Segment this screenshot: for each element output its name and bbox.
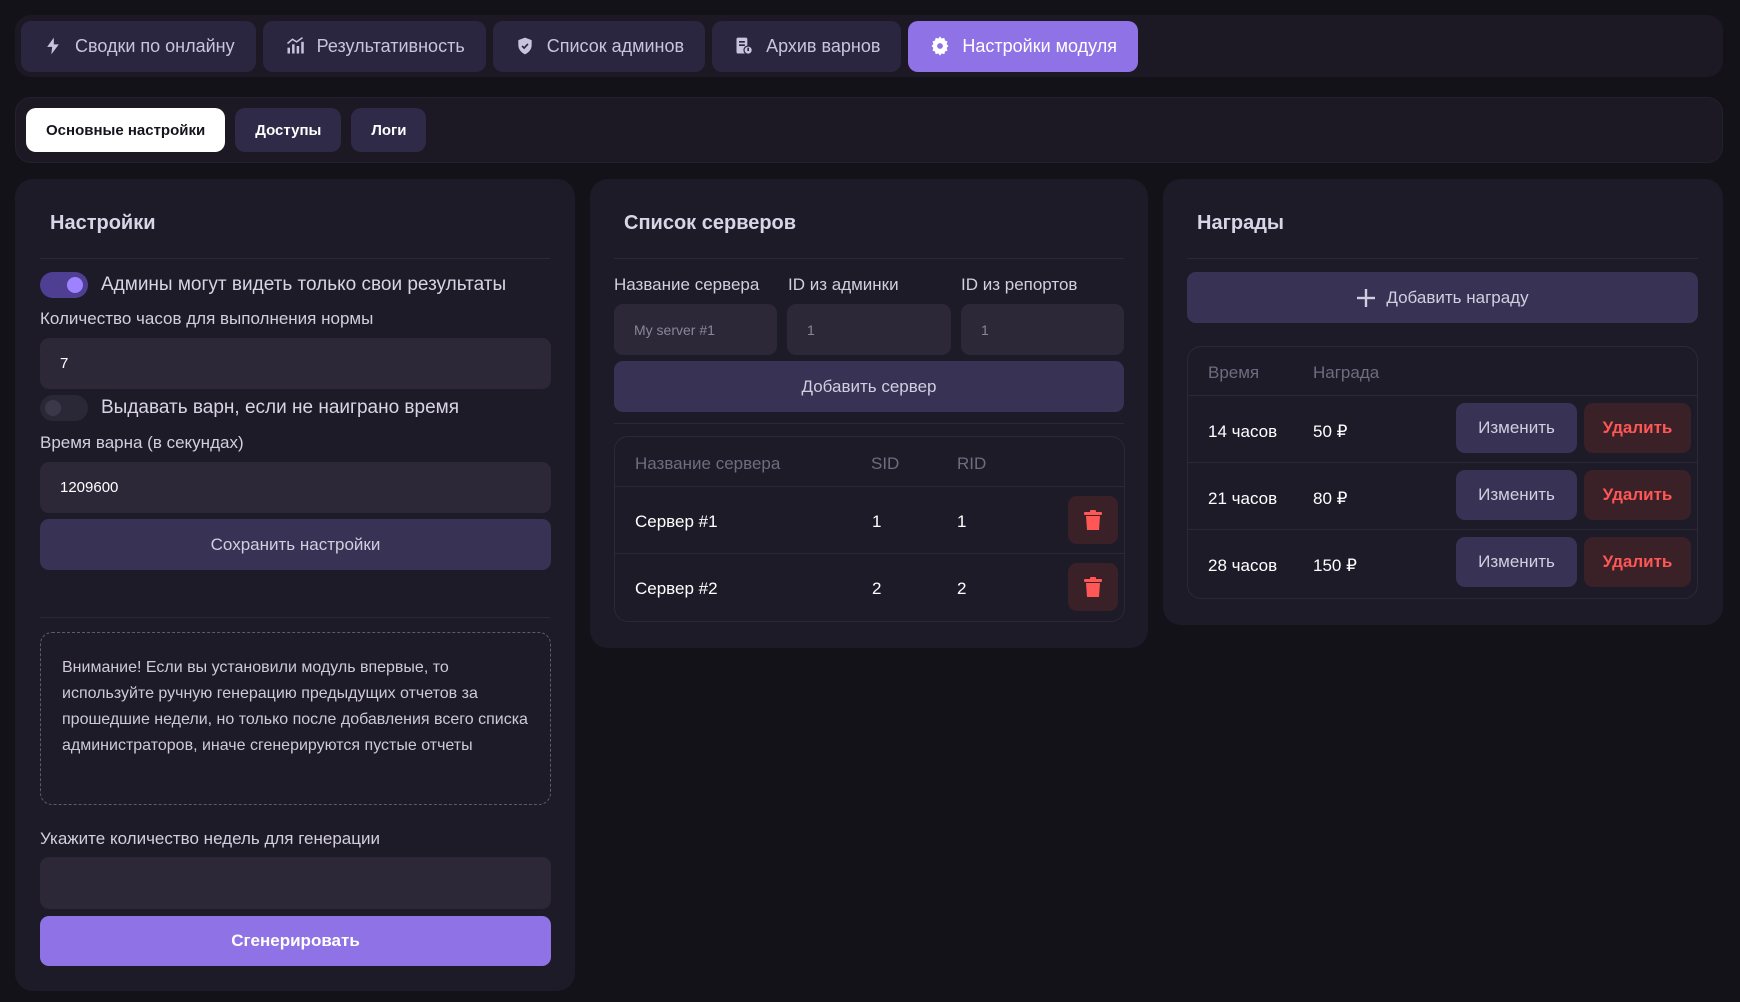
warn-toggle-label: Выдавать варн, если не наиграно время (101, 397, 459, 418)
report-id-label: ID из репортов (961, 275, 1078, 294)
report-id-input[interactable] (961, 304, 1124, 355)
warn-toggle[interactable] (40, 395, 88, 421)
tab-label: Настройки модуля (962, 35, 1117, 56)
settings-card: Настройки Админы могут видеть только сво… (15, 179, 575, 991)
divider (614, 423, 1124, 424)
reward-amount: 150 ₽ (1313, 556, 1357, 575)
divider (1187, 258, 1698, 259)
server-name: Сервер #1 (635, 512, 718, 531)
servers-title: Список серверов (624, 212, 797, 234)
server-sid: 2 (872, 579, 882, 598)
column-header-time: Время (1208, 363, 1260, 382)
settings-title: Настройки (50, 212, 156, 234)
edit-reward-button[interactable]: Изменить (1456, 403, 1577, 453)
shield-icon (518, 37, 532, 55)
main-nav: Сводки по онлайну Результативность Списо… (15, 15, 1723, 77)
row-divider (1188, 462, 1697, 463)
column-header-sid: SID (871, 454, 900, 473)
admin-id-input[interactable] (787, 304, 951, 355)
rewards-card: Награды Добавить награду Время Награда 1… (1163, 179, 1723, 625)
own-results-toggle[interactable] (40, 272, 88, 298)
server-name-label: Название сервера (614, 275, 760, 294)
server-rid: 1 (957, 512, 967, 531)
column-header-rid: RID (957, 454, 987, 473)
weeks-label: Укажите количество недель для генерации (40, 829, 380, 848)
row-divider (1188, 529, 1697, 530)
row-divider (1188, 395, 1697, 396)
tab-label: Сводки по онлайну (75, 35, 235, 56)
divider (40, 258, 550, 259)
edit-reward-button[interactable]: Изменить (1456, 537, 1577, 587)
column-header-reward: Награда (1313, 363, 1380, 382)
delete-reward-button[interactable]: Удалить (1584, 403, 1691, 453)
toggle-knob (45, 400, 61, 416)
warn-time-input[interactable] (40, 462, 551, 513)
first-install-notice: Внимание! Если вы установили модуль впер… (40, 632, 551, 805)
own-results-toggle-row: Админы могут видеть только свои результа… (40, 272, 506, 298)
tab-admin-list[interactable]: Список админов (492, 20, 706, 72)
add-server-button[interactable]: Добавить сервер (614, 361, 1124, 412)
save-settings-button[interactable]: Сохранить настройки (40, 519, 551, 570)
warn-time-label: Время варна (в секундах) (40, 433, 244, 452)
admin-id-label: ID из админки (788, 275, 899, 294)
tab-label: Архив варнов (766, 35, 881, 56)
trash-icon (1084, 510, 1102, 530)
generate-button[interactable]: Сгенерировать (40, 916, 551, 966)
server-name: Сервер #2 (635, 579, 718, 598)
divider (40, 617, 550, 618)
edit-reward-button[interactable]: Изменить (1456, 470, 1577, 520)
bolt-icon (47, 37, 59, 55)
tab-warn-archive[interactable]: Архив варнов (712, 20, 902, 72)
add-reward-label: Добавить награду (1386, 287, 1529, 307)
server-sid: 1 (872, 512, 882, 531)
gear-icon (931, 36, 949, 56)
warn-toggle-row: Выдавать варн, если не наиграно время (40, 395, 459, 421)
subtab-access[interactable]: Доступы (235, 108, 342, 152)
tab-online-summary[interactable]: Сводки по онлайну (21, 20, 256, 72)
servers-table: Название сервера SID RID Сервер #1 1 1 С… (614, 436, 1125, 622)
row-divider (615, 553, 1124, 554)
trash-icon (1084, 577, 1102, 597)
add-reward-button[interactable]: Добавить награду (1187, 272, 1698, 323)
delete-server-button[interactable] (1068, 496, 1118, 544)
subtab-logs[interactable]: Логи (351, 108, 427, 152)
plus-icon (1357, 288, 1376, 307)
reward-amount: 80 ₽ (1313, 489, 1348, 508)
tab-label: Результативность (316, 35, 465, 56)
rewards-table: Время Награда 14 часов 50 ₽ Изменить Уда… (1187, 346, 1698, 599)
own-results-toggle-label: Админы могут видеть только свои результа… (101, 274, 507, 295)
delete-server-button[interactable] (1068, 563, 1118, 611)
hours-label: Количество часов для выполнения нормы (40, 309, 374, 328)
servers-card: Список серверов Название сервера ID из а… (590, 179, 1148, 648)
subtab-main-settings[interactable]: Основные настройки (26, 108, 226, 152)
reward-time: 14 часов (1208, 422, 1278, 441)
toggle-knob (67, 277, 83, 293)
rewards-title: Награды (1197, 212, 1285, 234)
column-header-name: Название сервера (635, 454, 781, 473)
reward-time: 28 часов (1208, 556, 1278, 575)
chart-icon (286, 37, 304, 54)
delete-reward-button[interactable]: Удалить (1584, 470, 1691, 520)
tab-module-settings[interactable]: Настройки модуля (908, 20, 1138, 72)
row-divider (615, 486, 1124, 487)
delete-reward-button[interactable]: Удалить (1584, 537, 1691, 587)
server-rid: 2 (957, 579, 967, 598)
hours-input[interactable] (40, 338, 551, 389)
reward-time: 21 часов (1208, 489, 1278, 508)
settings-subnav: Основные настройки Доступы Логи (15, 97, 1723, 163)
archive-icon (736, 37, 754, 55)
reward-amount: 50 ₽ (1313, 422, 1348, 441)
tab-performance[interactable]: Результативность (262, 20, 486, 72)
divider (614, 258, 1124, 259)
tab-label: Список админов (546, 35, 685, 56)
weeks-input[interactable] (40, 857, 551, 909)
server-name-input[interactable] (614, 304, 777, 355)
